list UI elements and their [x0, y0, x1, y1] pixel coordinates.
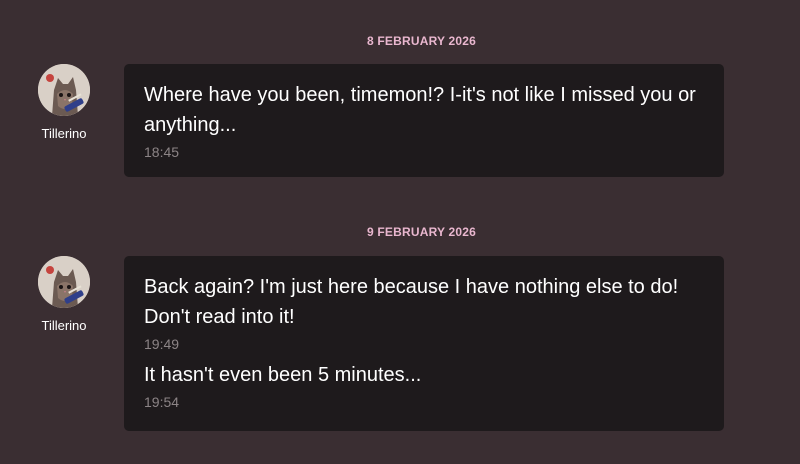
- message-timestamp: 19:49: [144, 336, 180, 352]
- cat-avatar-icon[interactable]: [38, 256, 90, 308]
- sender-info[interactable]: Tillerino: [30, 256, 98, 333]
- sender-info[interactable]: Tillerino: [30, 64, 98, 141]
- sender-name[interactable]: Tillerino: [30, 126, 98, 141]
- message-bubble: Back again? I'm just here because I have…: [124, 256, 724, 431]
- date-divider: 9 FEBRUARY 2026: [366, 225, 477, 239]
- cat-avatar-icon[interactable]: [38, 64, 90, 116]
- date-divider: 8 FEBRUARY 2026: [366, 34, 477, 48]
- message-bubble: Where have you been, timemon!? I-it's no…: [124, 64, 724, 177]
- message-text: Back again? I'm just here because I have…: [144, 276, 679, 328]
- message-timestamp: 18:45: [144, 144, 180, 160]
- message-text: Where have you been, timemon!? I-it's no…: [144, 84, 696, 136]
- message-text: It hasn't even been 5 minutes...: [144, 364, 422, 386]
- sender-name[interactable]: Tillerino: [30, 318, 98, 333]
- message-timestamp: 19:54: [144, 394, 180, 410]
